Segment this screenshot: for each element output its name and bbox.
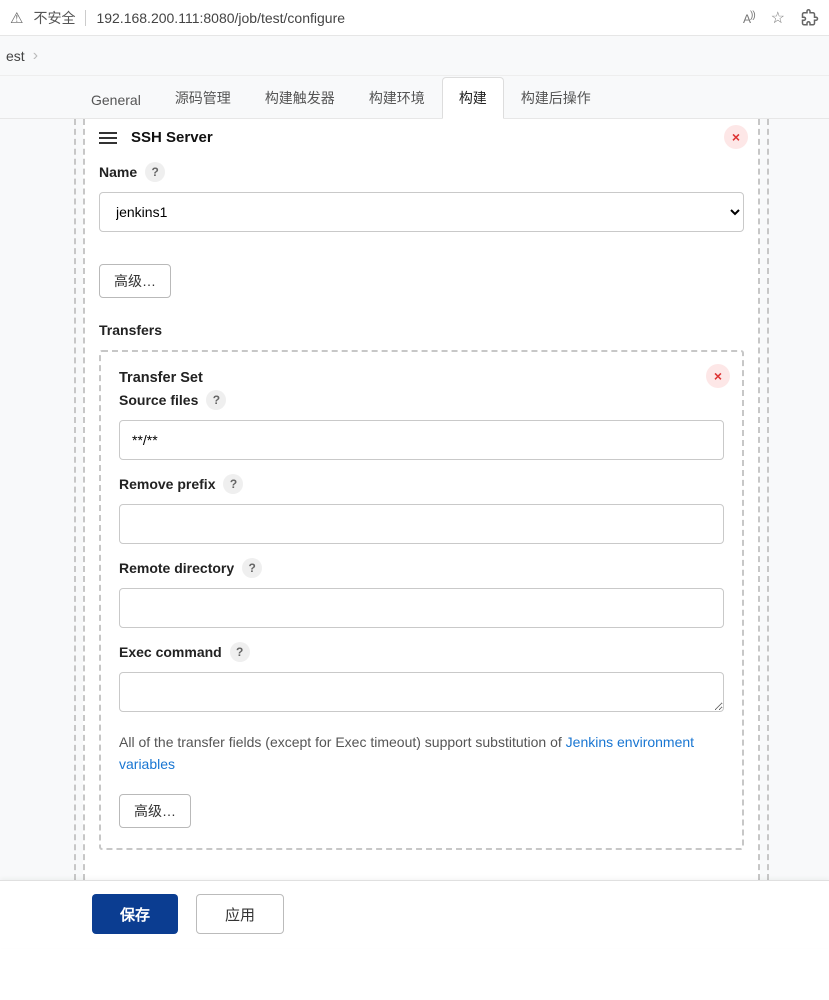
exec-command-label: Exec command: [119, 644, 222, 660]
name-select[interactable]: jenkins1: [99, 192, 744, 232]
delete-transfer-button[interactable]: ×: [706, 364, 730, 388]
url-text[interactable]: 192.168.200.111:8080/job/test/configure: [96, 10, 345, 26]
delete-step-button[interactable]: ×: [724, 125, 748, 149]
inner-dashed-column: SSH Server × Name ? jenkins1 高级… Transfe…: [83, 119, 760, 880]
drag-handle-icon[interactable]: [99, 132, 117, 144]
help-icon[interactable]: ?: [242, 558, 262, 578]
transfer-set-box: × Transfer Set Source files ? Remove pre…: [99, 350, 744, 850]
breadcrumb: est ›: [0, 36, 829, 76]
exec-command-input[interactable]: [119, 672, 724, 712]
read-aloud-icon[interactable]: A)): [743, 10, 755, 26]
remote-directory-input[interactable]: [119, 588, 724, 628]
source-files-input[interactable]: [119, 420, 724, 460]
remote-directory-label: Remote directory: [119, 560, 234, 576]
divider: [85, 10, 86, 26]
config-body: SSH Server × Name ? jenkins1 高级… Transfe…: [0, 118, 829, 880]
tab-build[interactable]: 构建: [442, 77, 504, 119]
name-field: Name ? jenkins1 高级…: [99, 162, 744, 298]
remove-prefix-label: Remove prefix: [119, 476, 215, 492]
favorite-icon[interactable]: ☆: [771, 8, 785, 28]
outer-dashed-column: SSH Server × Name ? jenkins1 高级… Transfe…: [74, 119, 769, 880]
close-icon: ×: [732, 130, 740, 144]
transfers-label: Transfers: [99, 322, 744, 338]
help-icon[interactable]: ?: [223, 474, 243, 494]
source-files-field: Source files ?: [119, 390, 724, 460]
tab-scm[interactable]: 源码管理: [158, 77, 248, 118]
chevron-right-icon: ›: [33, 47, 38, 65]
help-icon[interactable]: ?: [206, 390, 226, 410]
transfer-advanced-button[interactable]: 高级…: [119, 794, 191, 828]
tab-env[interactable]: 构建环境: [352, 77, 442, 118]
transfer-set-title: Transfer Set: [119, 370, 724, 386]
tab-triggers[interactable]: 构建触发器: [248, 77, 352, 118]
exec-command-field: Exec command ?: [119, 642, 724, 715]
save-button[interactable]: 保存: [92, 894, 178, 934]
name-label: Name: [99, 164, 137, 180]
browser-address-bar: ⚠ 不安全 192.168.200.111:8080/job/test/conf…: [0, 0, 829, 36]
ssh-server-title: SSH Server: [131, 129, 213, 146]
source-files-label: Source files: [119, 392, 198, 408]
help-icon[interactable]: ?: [145, 162, 165, 182]
advanced-button[interactable]: 高级…: [99, 264, 171, 298]
hint-text: All of the transfer fields (except for E…: [119, 734, 566, 750]
insecure-label: 不安全: [33, 8, 75, 28]
tab-general[interactable]: General: [74, 81, 158, 118]
breadcrumb-item[interactable]: est: [6, 48, 25, 64]
tab-post[interactable]: 构建后操作: [504, 77, 608, 118]
warning-icon: ⚠: [10, 9, 23, 27]
remove-prefix-field: Remove prefix ?: [119, 474, 724, 544]
config-tabs: General 源码管理 构建触发器 构建环境 构建 构建后操作: [0, 76, 829, 118]
extensions-icon[interactable]: [801, 9, 819, 27]
apply-button[interactable]: 应用: [196, 894, 284, 934]
remote-directory-field: Remote directory ?: [119, 558, 724, 628]
transfer-hint: All of the transfer fields (except for E…: [119, 731, 724, 776]
address-bar-right: A)) ☆: [743, 8, 819, 28]
ssh-server-header: SSH Server ×: [99, 129, 744, 146]
help-icon[interactable]: ?: [230, 642, 250, 662]
remove-prefix-input[interactable]: [119, 504, 724, 544]
close-icon: ×: [714, 369, 722, 383]
footer-bar: 保存 应用: [0, 880, 829, 948]
